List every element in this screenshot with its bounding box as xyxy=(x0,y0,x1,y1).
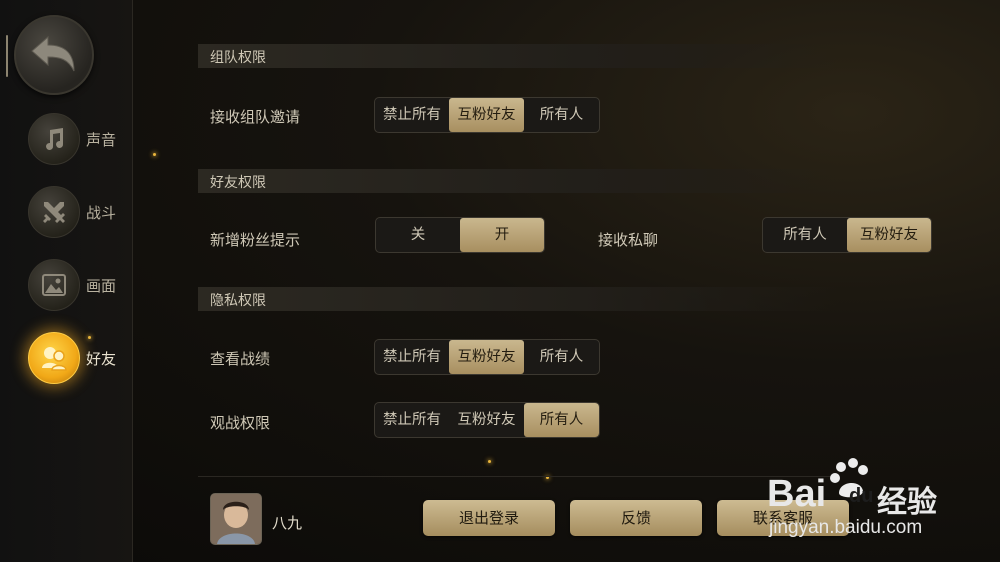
option-everyone[interactable]: 所有人 xyxy=(524,98,599,132)
team-invite-selector[interactable]: 禁止所有 互粉好友 所有人 xyxy=(374,97,600,133)
section-header-privacy: 隐私权限 xyxy=(198,287,838,311)
sidebar-item-graphics[interactable]: 画面 xyxy=(28,259,128,311)
section-title: 好友权限 xyxy=(210,175,266,191)
option-mutual-friends[interactable]: 互粉好友 xyxy=(449,98,524,132)
sidebar-item-label: 画面 xyxy=(86,277,117,295)
option-on[interactable]: 开 xyxy=(460,218,544,252)
setting-label-private-msg: 接收私聊 xyxy=(598,231,659,249)
setting-label-spectate: 观战权限 xyxy=(210,414,271,432)
sidebar-item-label: 声音 xyxy=(86,131,117,149)
sidebar: 声音 战斗 画面 好友 xyxy=(0,0,133,562)
avatar[interactable] xyxy=(210,493,262,545)
sidebar-item-battle[interactable]: 战斗 xyxy=(28,186,128,238)
view-record-selector[interactable]: 禁止所有 互粉好友 所有人 xyxy=(374,339,600,375)
music-note-icon xyxy=(46,128,64,150)
feedback-button[interactable]: 反馈 xyxy=(570,500,702,536)
logout-button[interactable]: 退出登录 xyxy=(423,500,555,536)
baidu-watermark: Bai du 经验 jingyan.baidu.com xyxy=(765,455,995,545)
friends-icon xyxy=(42,347,67,371)
setting-label-view-record: 查看战绩 xyxy=(210,350,271,368)
option-mutual-friends[interactable]: 互粉好友 xyxy=(449,403,524,437)
spectate-selector[interactable]: 禁止所有 互粉好友 所有人 xyxy=(374,402,600,438)
picture-icon xyxy=(42,274,66,296)
back-button[interactable] xyxy=(14,15,94,95)
sidebar-item-label: 战斗 xyxy=(86,204,117,222)
sidebar-scroll-indicator xyxy=(6,35,8,77)
section-header-team: 组队权限 xyxy=(198,44,838,68)
option-everyone[interactable]: 所有人 xyxy=(763,218,847,252)
watermark-url: jingyan.baidu.com xyxy=(769,517,923,538)
watermark-du: du xyxy=(849,485,874,507)
sparkle-decoration xyxy=(88,336,91,339)
option-forbid-all[interactable]: 禁止所有 xyxy=(375,98,449,132)
option-mutual-friends[interactable]: 互粉好友 xyxy=(449,340,524,374)
section-title: 隐私权限 xyxy=(210,293,266,309)
watermark-brand: Bai xyxy=(767,473,827,515)
sidebar-item-sound[interactable]: 声音 xyxy=(28,113,128,165)
sparkle-decoration xyxy=(488,460,491,463)
crossed-swords-icon xyxy=(43,202,65,223)
setting-label-team-invite: 接收组队邀请 xyxy=(210,108,301,126)
option-off[interactable]: 关 xyxy=(376,218,460,252)
username: 八九 xyxy=(272,514,303,532)
avatar-portrait-icon xyxy=(211,494,261,544)
sparkle-decoration xyxy=(153,153,156,156)
option-forbid-all[interactable]: 禁止所有 xyxy=(375,340,449,374)
sidebar-item-friends[interactable]: 好友 xyxy=(28,332,128,384)
back-arrow-icon xyxy=(31,35,75,72)
sidebar-item-label: 好友 xyxy=(86,350,117,368)
footer-divider xyxy=(198,476,838,477)
watermark-jingyan: 经验 xyxy=(877,486,937,519)
setting-label-new-fans: 新增粉丝提示 xyxy=(210,231,301,249)
option-everyone[interactable]: 所有人 xyxy=(524,403,599,437)
option-everyone[interactable]: 所有人 xyxy=(524,340,599,374)
private-msg-selector[interactable]: 所有人 互粉好友 xyxy=(762,217,932,253)
option-forbid-all[interactable]: 禁止所有 xyxy=(375,403,449,437)
new-fans-toggle[interactable]: 关 开 xyxy=(375,217,545,253)
section-header-friends: 好友权限 xyxy=(198,169,838,193)
section-title: 组队权限 xyxy=(210,50,266,66)
option-mutual-friends[interactable]: 互粉好友 xyxy=(847,218,931,252)
